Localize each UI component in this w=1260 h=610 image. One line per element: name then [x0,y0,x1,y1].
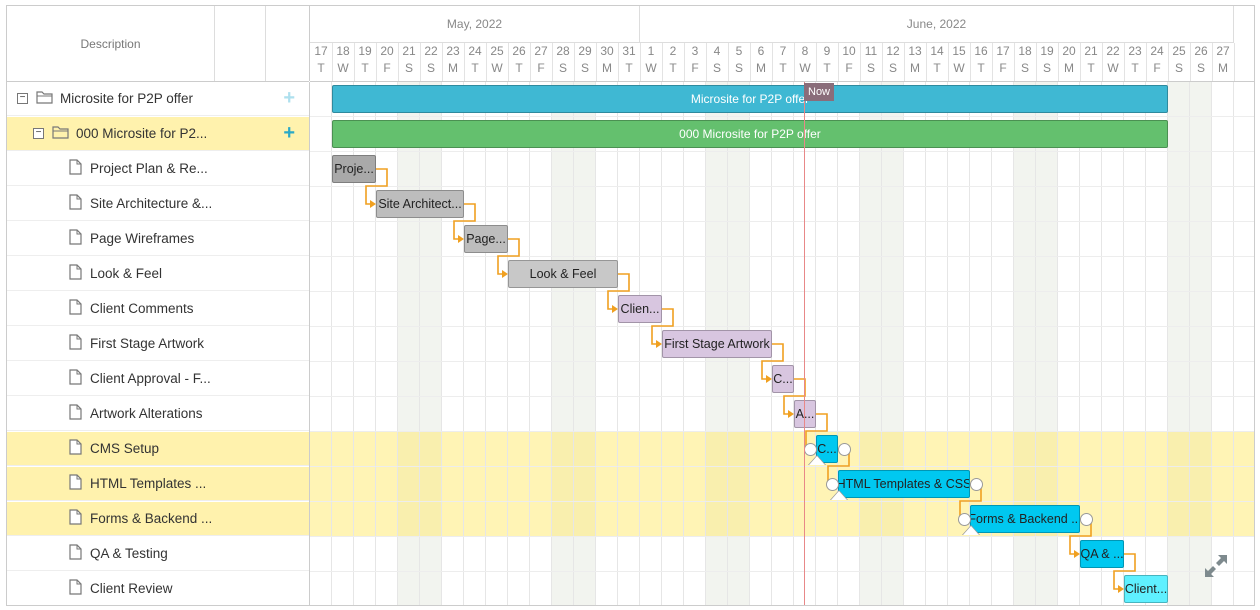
collapse-toggle[interactable]: − [17,93,28,104]
document-icon [69,229,82,248]
document-icon [69,439,82,458]
grid-column-header-2[interactable] [215,6,266,81]
grid-row[interactable]: Client Comments [7,292,309,326]
gantt-chart: Description − Microsite for P2P offer + − 00… [6,5,1255,606]
task-name: Page Wireframes [90,231,195,246]
grid-row[interactable]: − Microsite for P2P offer + [7,82,309,116]
document-icon [69,579,82,598]
add-task-button[interactable]: + [283,123,295,143]
task-bar[interactable]: C... [772,365,794,393]
link-handle[interactable] [970,478,983,491]
grid-row[interactable]: Look & Feel [7,257,309,291]
task-bar[interactable]: Look & Feel [508,260,618,288]
task-bar[interactable]: Site Architect... [376,190,464,218]
task-bar[interactable]: Proje... [332,155,376,183]
task-name: Microsite for P2P offer [60,91,194,106]
task-name: CMS Setup [90,441,160,456]
document-icon [69,159,82,178]
grid-row[interactable]: Project Plan & Re... [7,152,309,186]
task-bar[interactable]: Page... [464,225,508,253]
grid-row[interactable]: Artwork Alterations [7,397,309,431]
document-icon [69,474,82,493]
task-bar[interactable]: Clien... [618,295,662,323]
grid-row[interactable]: Client Approval - F... [7,362,309,396]
document-icon [69,299,82,318]
link-handle[interactable] [1080,513,1093,526]
task-name: Artwork Alterations [90,406,203,421]
document-icon [69,404,82,423]
link-handle[interactable] [838,443,851,456]
now-line [804,82,805,605]
summary-bar[interactable]: 000 Microsite for P2P offer [332,120,1168,148]
grid-row[interactable]: CMS Setup [7,432,309,466]
grid-row[interactable]: Page Wireframes [7,222,309,256]
task-name: HTML Templates ... [90,476,207,491]
document-icon [69,264,82,283]
grid-row[interactable]: Site Architecture &... [7,187,309,221]
document-icon [69,369,82,388]
task-name: 000 Microsite for P2... [76,126,208,141]
folder-icon [36,90,54,107]
summary-bar[interactable]: Microsite for P2P offer [332,85,1168,113]
folder-icon [52,125,70,142]
task-name: Look & Feel [90,266,163,281]
grid-row[interactable]: Forms & Backend ... [7,502,309,536]
task-name: Project Plan & Re... [90,161,208,176]
task-bar[interactable]: Forms & Backend ... [970,505,1080,533]
document-icon [69,509,82,528]
progress-drag-handle-inner [831,491,847,500]
task-name: Client Approval - F... [90,371,211,386]
task-bar[interactable]: Client... [1124,575,1168,603]
now-marker: Now [804,83,835,101]
timeline-chart: May, 2022 June, 2022 17 T 18 W 19 T 20 F 21 S 22 S 23 M… [310,6,1254,605]
add-task-button[interactable]: + [283,88,295,108]
grid-row[interactable]: First Stage Artwork [7,327,309,361]
grid-row[interactable]: QA & Testing [7,537,309,571]
collapse-toggle[interactable]: − [33,128,44,139]
task-name: First Stage Artwork [90,336,205,351]
task-name: QA & Testing [90,546,168,561]
grid-header: Description [7,6,310,82]
grid-row[interactable]: − 000 Microsite for P2... + [7,117,309,151]
progress-drag-handle-inner [809,456,825,465]
task-bar[interactable]: A... [794,400,816,428]
document-icon [69,544,82,563]
description-column-header[interactable]: Description [7,6,215,81]
task-bar[interactable]: First Stage Artwork [662,330,772,358]
task-name: Client Review [90,581,173,596]
task-bar[interactable]: QA & ... [1080,540,1124,568]
grid-row[interactable]: HTML Templates ... [7,467,309,501]
task-name: Site Architecture &... [90,196,213,211]
task-grid: − Microsite for P2P offer + − 000 Microsite … [7,82,310,605]
task-bar[interactable]: HTML Templates & CSS [838,470,970,498]
task-name: Forms & Backend ... [90,511,213,526]
grid-row[interactable]: Client Review [7,572,309,605]
task-name: Client Comments [90,301,194,316]
document-icon [69,194,82,213]
progress-drag-handle-inner [963,526,979,535]
document-icon [69,334,82,353]
expand-arrows-icon[interactable] [1202,552,1230,583]
grid-column-header-3[interactable] [266,6,310,81]
